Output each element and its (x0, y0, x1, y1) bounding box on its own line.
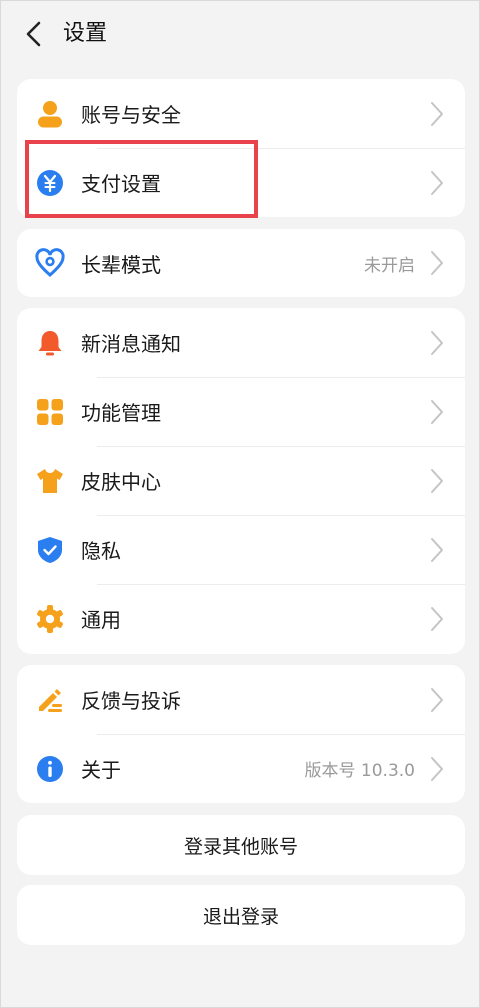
chevron-right-icon (431, 688, 443, 712)
top-bar: 设置 (1, 1, 479, 67)
settings-item-label: 支付设置 (81, 172, 161, 196)
pen-icon (35, 685, 65, 715)
chevron-right-icon (431, 538, 443, 562)
chevron-right-icon (431, 102, 443, 126)
chevron-right-icon (431, 757, 443, 781)
logout-button[interactable]: 退出登录 (17, 885, 465, 945)
general-group: 新消息通知 功能管理 皮肤中心 隐私 通用 (17, 308, 465, 654)
settings-item-elder-mode[interactable]: 长辈模式 未开启 (17, 229, 465, 297)
settings-item-label: 皮肤中心 (81, 470, 161, 494)
info-icon (35, 754, 65, 784)
shield-icon (35, 535, 65, 565)
settings-item-label: 账号与安全 (81, 103, 181, 127)
gear-icon (35, 604, 65, 634)
chevron-left-icon (26, 21, 41, 47)
settings-item-label: 反馈与投诉 (81, 689, 181, 713)
settings-item-label: 关于 (81, 758, 121, 782)
settings-item-privacy[interactable]: 隐私 (17, 515, 465, 584)
bell-icon (35, 328, 65, 358)
settings-item-general[interactable]: 通用 (17, 584, 465, 653)
chevron-right-icon (431, 469, 443, 493)
settings-item-feature-management[interactable]: 功能管理 (17, 377, 465, 446)
back-button[interactable] (19, 19, 49, 49)
chevron-right-icon (431, 251, 443, 275)
settings-item-label: 通用 (81, 608, 121, 632)
chevron-right-icon (431, 400, 443, 424)
settings-item-label: 新消息通知 (81, 332, 181, 356)
elder-mode-group: 长辈模式 未开启 (17, 229, 465, 297)
settings-item-label: 隐私 (81, 539, 121, 563)
account-group: 账号与安全 支付设置 (17, 79, 465, 217)
login-other-account-button[interactable]: 登录其他账号 (17, 815, 465, 875)
user-icon (35, 99, 65, 129)
chevron-right-icon (431, 607, 443, 631)
chevron-right-icon (431, 331, 443, 355)
settings-item-label: 功能管理 (81, 401, 161, 425)
settings-item-payment[interactable]: 支付设置 (17, 148, 465, 217)
chevron-right-icon (431, 171, 443, 195)
elder-mode-status: 未开启 (364, 255, 415, 276)
settings-item-skin-center[interactable]: 皮肤中心 (17, 446, 465, 515)
tshirt-icon (35, 466, 65, 496)
heart-location-icon (35, 248, 65, 278)
page-title: 设置 (63, 21, 108, 46)
grid-icon (35, 397, 65, 427)
version-number: 版本号 10.3.0 (304, 761, 415, 781)
settings-item-label: 长辈模式 (81, 252, 161, 277)
settings-item-account-security[interactable]: 账号与安全 (17, 79, 465, 148)
yuan-icon (35, 168, 65, 198)
settings-item-feedback[interactable]: 反馈与投诉 (17, 665, 465, 734)
settings-item-about[interactable]: 关于 版本号 10.3.0 (17, 734, 465, 803)
support-group: 反馈与投诉 关于 版本号 10.3.0 (17, 665, 465, 803)
settings-item-notifications[interactable]: 新消息通知 (17, 308, 465, 377)
